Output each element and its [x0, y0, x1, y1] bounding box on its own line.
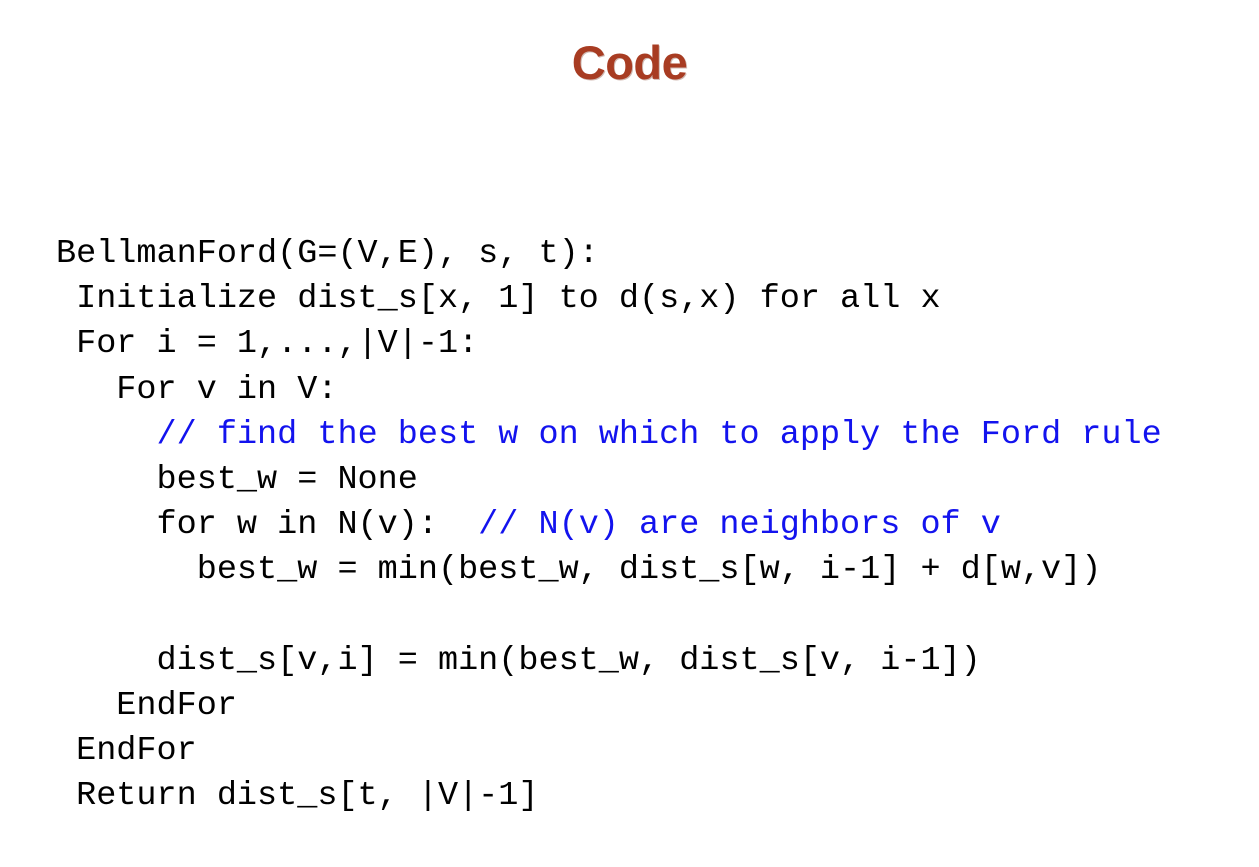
code-text: For i = 1,...,|V|-1:	[56, 325, 479, 364]
code-line: // find the best w on which to apply the…	[56, 413, 1216, 458]
code-text: EndFor	[56, 687, 237, 726]
code-text: best_w = min(best_w, dist_s[w, i-1] + d[…	[56, 551, 1102, 590]
code-text: For v in V:	[56, 370, 338, 409]
code-text: dist_s[v,i] = min(best_w, dist_s[v, i-1]…	[56, 641, 981, 680]
code-text: for w in N(v):	[56, 506, 479, 545]
code-line: best_w = min(best_w, dist_s[w, i-1] + d[…	[56, 548, 1216, 593]
code-text: Initialize dist_s[x, 1] to d(s,x) for al…	[56, 280, 941, 319]
code-listing: BellmanFord(G=(V,E), s, t): Initialize d…	[56, 232, 1216, 820]
code-line: best_w = None	[56, 458, 1216, 503]
code-text: EndFor	[56, 732, 197, 771]
code-comment: // find the best w on which to apply the…	[156, 415, 1162, 454]
code-comment: // N(v) are neighbors of v	[478, 506, 1001, 545]
code-line: Return dist_s[t, |V|-1]	[56, 774, 1216, 819]
code-line: EndFor	[56, 684, 1216, 729]
code-line: EndFor	[56, 729, 1216, 774]
code-line: Initialize dist_s[x, 1] to d(s,x) for al…	[56, 277, 1216, 322]
code-text: best_w = None	[56, 461, 418, 500]
code-line: for w in N(v): // N(v) are neighbors of …	[56, 503, 1216, 548]
code-text: BellmanFord(G=(V,E), s, t):	[56, 235, 599, 273]
code-line: For i = 1,...,|V|-1:	[56, 322, 1216, 367]
code-line: dist_s[v,i] = min(best_w, dist_s[v, i-1]…	[56, 639, 1216, 684]
code-text: Return dist_s[t, |V|-1]	[56, 777, 539, 816]
code-line: BellmanFord(G=(V,E), s, t):	[56, 232, 1216, 277]
slide-canvas: Code BellmanFord(G=(V,E), s, t): Initial…	[0, 0, 1259, 867]
code-line: For v in V:	[56, 368, 1216, 413]
page-title: Code	[571, 36, 688, 89]
